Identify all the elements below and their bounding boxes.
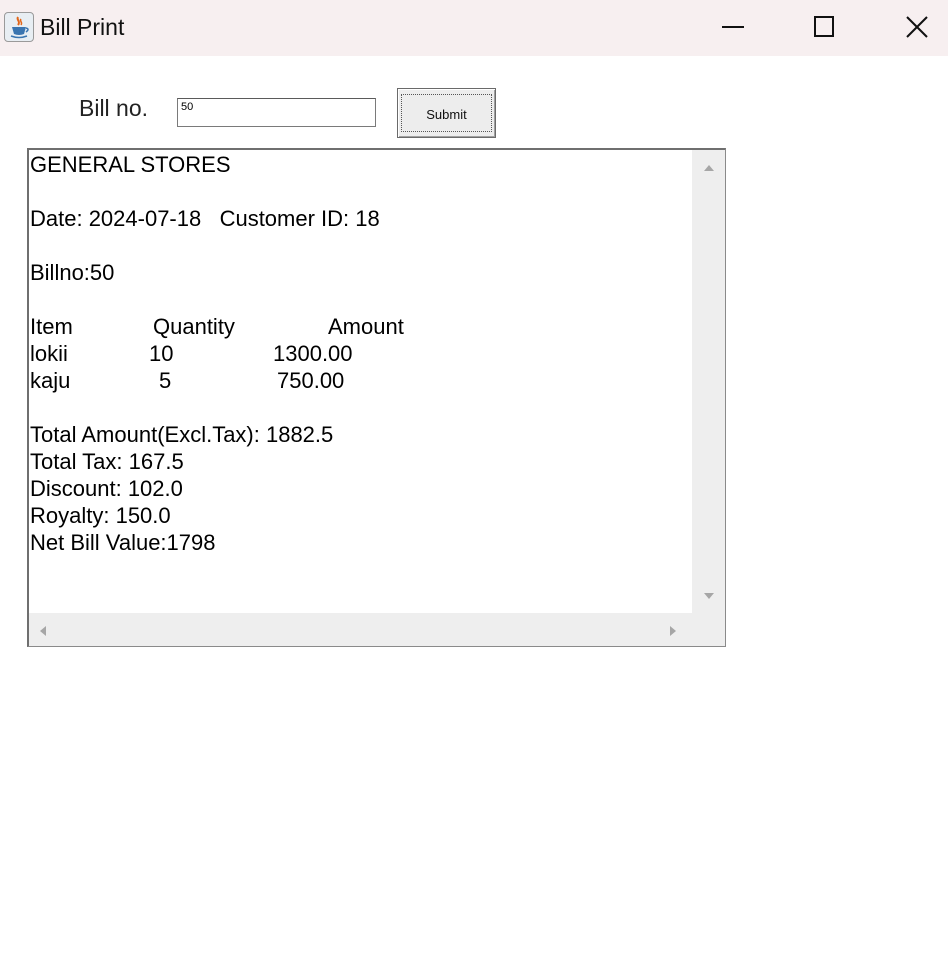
window-title: Bill Print (40, 14, 125, 40)
vertical-scrollbar[interactable] (692, 150, 725, 613)
store-name: GENERAL STORES (30, 152, 231, 177)
item-name: kaju (30, 368, 71, 393)
maximize-icon (814, 16, 834, 37)
submit-button-label: Submit (401, 94, 492, 132)
horizontal-scrollbar[interactable] (29, 613, 693, 646)
item-row: lokii 10 1300.00 (30, 340, 693, 367)
item-amount: 1300.00 (273, 341, 353, 366)
date-customer-line: Date: 2024-07-18 Customer ID: 18 (30, 206, 380, 231)
scroll-up-arrow-icon[interactable] (703, 164, 715, 172)
total-amount-line: Total Amount(Excl.Tax): 1882.5 (30, 422, 334, 447)
close-icon (906, 16, 928, 38)
minimize-icon (722, 26, 744, 28)
bill-no-line: Billno:50 (30, 260, 115, 285)
java-cup-icon (4, 12, 34, 42)
scroll-down-arrow-icon[interactable] (703, 592, 715, 600)
item-name: lokii (30, 341, 68, 366)
maximize-button[interactable] (801, 6, 847, 50)
item-amount: 750.00 (277, 368, 345, 393)
scroll-right-arrow-icon[interactable] (669, 625, 677, 637)
header-item: Item (30, 314, 73, 339)
total-tax-line: Total Tax: 167.5 (30, 449, 184, 474)
minimize-button[interactable] (710, 6, 756, 50)
bill-text-area[interactable]: GENERAL STORES Date: 2024-07-18 Customer… (29, 150, 693, 613)
header-quantity: Quantity (153, 314, 235, 339)
title-bar: Bill Print (0, 0, 948, 56)
bill-no-label: Bill no. (79, 95, 149, 121)
item-quantity: 10 (149, 341, 174, 366)
royalty-line: Royalty: 150.0 (30, 503, 171, 528)
discount-line: Discount: 102.0 (30, 476, 183, 501)
item-row: kaju 5 750.00 (30, 367, 693, 394)
scrollbar-corner (692, 613, 725, 646)
items-header-row: Item Quantity Amount (30, 313, 693, 340)
bill-no-input[interactable] (177, 98, 376, 127)
header-amount: Amount (328, 314, 404, 339)
scroll-left-arrow-icon[interactable] (39, 625, 47, 637)
net-bill-line: Net Bill Value:1798 (30, 530, 216, 555)
bill-scroll-pane: GENERAL STORES Date: 2024-07-18 Customer… (27, 148, 726, 647)
submit-button[interactable]: Submit (397, 88, 496, 138)
close-button[interactable] (894, 6, 940, 50)
item-quantity: 5 (159, 368, 172, 393)
